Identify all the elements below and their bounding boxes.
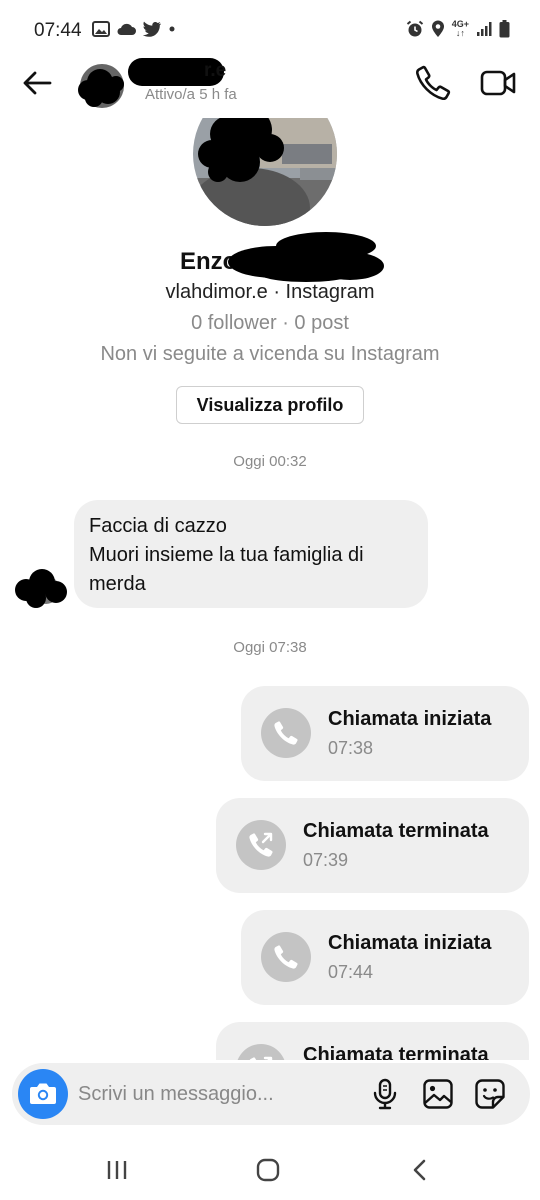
video-camera-icon[interactable]	[480, 66, 516, 100]
message-line: Muori insieme la tua famiglia di	[89, 544, 364, 566]
sticker-icon[interactable]	[474, 1078, 506, 1110]
microphone-icon[interactable]	[370, 1078, 400, 1110]
chat-header: r.e Attivo/a 5 h fa	[0, 52, 540, 114]
call-title: Chiamata terminata	[303, 820, 489, 842]
profile-picture[interactable]	[190, 118, 340, 228]
message-composer	[12, 1063, 530, 1125]
camera-icon	[30, 1083, 56, 1104]
timestamp: Oggi 00:32	[233, 453, 307, 470]
gallery-icon[interactable]	[422, 1078, 454, 1110]
message-bubble[interactable]: Faccia di cazzo Muori insieme la tua fam…	[74, 500, 428, 608]
profile-handle: vlahdimor.e · Instagram	[165, 281, 375, 303]
back-arrow-icon[interactable]	[20, 66, 54, 100]
call-ended-icon	[249, 832, 273, 857]
dot-icon	[169, 26, 175, 32]
call-ended-bubble[interactable]: Chiamata terminata 07:39	[216, 798, 529, 893]
network-type: 4G+ ↓↑	[451, 19, 469, 38]
gallery-icon	[92, 21, 110, 37]
call-time: 07:39	[303, 850, 349, 870]
call-time: 07:38	[328, 738, 374, 758]
battery-icon	[499, 20, 510, 38]
status-time: 07:44	[34, 20, 82, 41]
cloud-icon	[117, 23, 136, 35]
home-icon[interactable]	[254, 1158, 282, 1182]
call-started-bubble[interactable]: Chiamata iniziata 07:38	[241, 686, 529, 781]
message-input[interactable]	[78, 1079, 358, 1109]
alarm-icon	[406, 20, 423, 37]
view-profile-button[interactable]: Visualizza profilo	[176, 386, 364, 424]
call-title: Chiamata iniziata	[328, 932, 492, 954]
message-line: Faccia di cazzo	[89, 515, 227, 537]
call-started-bubble[interactable]: Chiamata iniziata 07:44	[241, 910, 529, 1005]
active-status: Attivo/a 5 h fa	[145, 86, 237, 103]
back-chevron-icon[interactable]	[408, 1158, 432, 1182]
call-title: Chiamata iniziata	[328, 708, 492, 730]
phone-icon[interactable]	[414, 64, 452, 102]
system-nav-bar	[0, 1140, 540, 1200]
camera-button[interactable]	[18, 1069, 68, 1119]
redaction-blot	[228, 232, 384, 282]
profile-stats: 0 follower · 0 post	[191, 312, 349, 334]
avatar[interactable]	[78, 62, 126, 110]
call-icon-circle	[236, 820, 286, 870]
call-icon-circle	[261, 708, 311, 758]
phone-icon	[274, 721, 298, 745]
contact-name[interactable]: r.e	[204, 60, 226, 81]
follow-status: Non vi seguite a vicenda su Instagram	[100, 343, 440, 365]
timestamp: Oggi 07:38	[233, 639, 307, 656]
call-icon-circle	[261, 932, 311, 982]
signal-icon	[477, 22, 492, 36]
twitter-icon	[142, 21, 161, 37]
avatar[interactable]	[12, 566, 68, 610]
phone-icon	[274, 945, 298, 969]
message-line: merda	[89, 573, 146, 595]
recents-icon[interactable]	[104, 1158, 130, 1182]
location-icon	[431, 20, 444, 37]
call-time: 07:44	[328, 962, 374, 982]
